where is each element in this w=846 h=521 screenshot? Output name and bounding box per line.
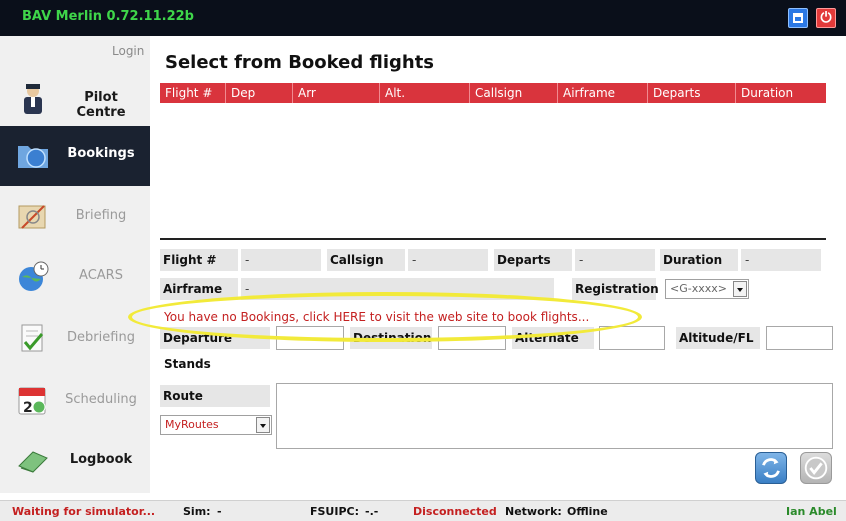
sidebar-item-label: Logbook bbox=[69, 452, 133, 467]
refresh-arrows-icon bbox=[762, 458, 780, 478]
fsuipc-value: -.- bbox=[365, 505, 379, 518]
sidebar-item-label: Pilot Centre bbox=[76, 90, 126, 120]
refresh-icon[interactable] bbox=[755, 452, 787, 484]
registration-select[interactable]: <G-xxxx> bbox=[665, 279, 749, 299]
svg-text:2: 2 bbox=[23, 400, 33, 416]
column-header-arr[interactable]: Arr bbox=[293, 83, 380, 103]
flight-value: - bbox=[241, 249, 321, 271]
status-bar: Waiting for simulator... Sim: - FSUIPC: … bbox=[0, 500, 846, 521]
check-icon bbox=[804, 456, 828, 480]
column-header-departs[interactable]: Departs bbox=[648, 83, 736, 103]
app-title: BAV Merlin 0.72.11.22b bbox=[22, 9, 194, 24]
column-header-callsign[interactable]: Callsign bbox=[470, 83, 558, 103]
sidebar-item-briefing[interactable]: Briefing bbox=[0, 188, 150, 246]
route-textarea[interactable] bbox=[276, 383, 833, 449]
sidebar-item-acars[interactable]: ACARS bbox=[0, 248, 150, 306]
column-header-flight[interactable]: Flight # bbox=[160, 83, 226, 103]
column-header-duration[interactable]: Duration bbox=[736, 83, 826, 103]
network-label: Network: bbox=[505, 505, 562, 518]
logbook-icon bbox=[18, 451, 48, 473]
checklist-icon bbox=[21, 324, 44, 352]
registration-label: Registration bbox=[572, 278, 659, 300]
route-label: Route bbox=[160, 385, 270, 407]
calendar-icon: 2 bbox=[18, 387, 46, 416]
departs-value: - bbox=[575, 249, 655, 271]
sidebar-item-logbook[interactable]: Logbook bbox=[0, 432, 150, 490]
callsign-value: - bbox=[408, 249, 488, 271]
no-bookings-link[interactable]: You have no Bookings, click HERE to visi… bbox=[164, 310, 589, 324]
connection-status: Disconnected bbox=[413, 505, 497, 518]
compass-map-icon bbox=[18, 205, 46, 229]
alternate-input[interactable] bbox=[599, 326, 665, 350]
column-header-airframe[interactable]: Airframe bbox=[558, 83, 648, 103]
power-close-icon[interactable]: ⏻ bbox=[816, 8, 836, 28]
sidebar-item-label: Bookings bbox=[67, 146, 135, 161]
globe-clock-icon bbox=[19, 261, 49, 291]
sidebar-item-label: Scheduling bbox=[65, 392, 137, 407]
callsign-label: Callsign bbox=[327, 249, 405, 271]
login-link[interactable]: Login bbox=[112, 44, 144, 58]
pilot-icon bbox=[24, 84, 42, 114]
status-waiting: Waiting for simulator... bbox=[12, 505, 156, 518]
divider bbox=[160, 238, 826, 240]
network-value: Offline bbox=[567, 505, 608, 518]
sidebar-item-pilot-centre[interactable]: Pilot Centre bbox=[0, 70, 150, 128]
duration-value: - bbox=[741, 249, 821, 271]
window-minimize-icon[interactable] bbox=[788, 8, 808, 28]
sidebar-item-label: Briefing bbox=[75, 208, 127, 223]
folder-globe-icon bbox=[18, 146, 48, 168]
fsuipc-label: FSUIPC: bbox=[310, 505, 359, 518]
flight-label: Flight # bbox=[160, 249, 238, 271]
altitude-input[interactable] bbox=[766, 326, 833, 350]
sidebar-item-scheduling[interactable]: 2 Scheduling bbox=[0, 372, 150, 430]
column-header-dep[interactable]: Dep bbox=[226, 83, 293, 103]
chevron-down-icon[interactable] bbox=[256, 417, 270, 433]
duration-label: Duration bbox=[660, 249, 738, 271]
bookings-table-header: Flight # Dep Arr Alt. Callsign Airframe … bbox=[160, 83, 826, 103]
route-select[interactable]: MyRoutes bbox=[160, 415, 272, 435]
sidebar-item-debriefing[interactable]: Debriefing bbox=[0, 310, 150, 368]
sim-value: - bbox=[217, 505, 222, 518]
sidebar: Pilot Centre Bookings Briefing ACARS Deb… bbox=[0, 36, 150, 493]
chevron-down-icon[interactable] bbox=[733, 281, 747, 297]
departs-label: Departs bbox=[494, 249, 572, 271]
stands-label: Stands bbox=[164, 357, 211, 371]
bookings-table-body[interactable] bbox=[160, 103, 826, 235]
route-select-value: MyRoutes bbox=[165, 418, 219, 431]
page-title: Select from Booked flights bbox=[165, 52, 435, 73]
sidebar-item-label: ACARS bbox=[79, 268, 123, 283]
sidebar-item-bookings[interactable]: Bookings bbox=[0, 126, 150, 186]
checkmark-icon[interactable] bbox=[800, 452, 832, 484]
sidebar-item-label: Debriefing bbox=[67, 330, 135, 345]
sim-label: Sim: bbox=[183, 505, 211, 518]
registration-value: <G-xxxx> bbox=[670, 282, 727, 295]
altitude-label: Altitude/FL bbox=[676, 327, 760, 349]
column-header-alt[interactable]: Alt. bbox=[380, 83, 470, 103]
user-name[interactable]: Ian Abel bbox=[786, 505, 837, 518]
